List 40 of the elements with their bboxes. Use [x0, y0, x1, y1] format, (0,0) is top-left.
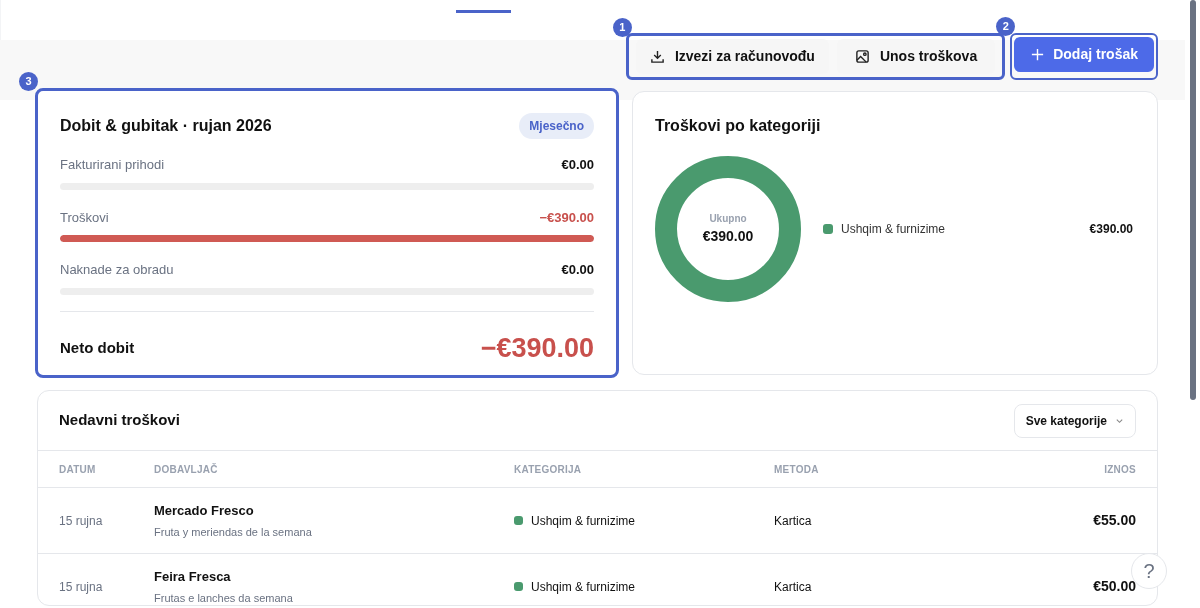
- line-label: Naknade za obradu: [60, 261, 174, 279]
- total-value: €390.00: [702, 227, 754, 246]
- column-header: DATUM: [59, 462, 97, 477]
- card-title: Dobit & gubitak · rujan 2026: [60, 116, 272, 136]
- category-filter-dropdown[interactable]: Sve kategorije: [1013, 403, 1136, 438]
- vendor-note: Frutas e lanches da semana: [154, 590, 294, 605]
- legend-amount: €390.00: [1089, 221, 1133, 238]
- plus-icon: [1030, 47, 1046, 62]
- category-cell-text: Ushqim & furnizime: [531, 512, 636, 530]
- line-label: Troškovi: [60, 208, 109, 227]
- scrollbar[interactable]: [1190, 0, 1196, 400]
- total-label: Ukupno: [709, 212, 747, 226]
- line-label: Fakturirani prihodi: [60, 156, 165, 174]
- line-amount: €0.00: [561, 261, 594, 279]
- download-icon: [649, 49, 665, 64]
- add-expense-button[interactable]: Dodaj trošak: [1014, 37, 1154, 72]
- method-cell-text: Kartica: [774, 578, 813, 596]
- net-profit-label: Neto dobit: [60, 337, 135, 358]
- column-header: IZNOS: [1103, 462, 1136, 477]
- line-amount: −€390.00: [539, 208, 594, 227]
- column-header: KATEGORIJA: [514, 462, 583, 477]
- amount-cell-text: €55.00: [1092, 511, 1136, 530]
- period-badge: Mjesečno: [519, 113, 594, 139]
- legend-label: Ushqim & furnizime: [841, 221, 947, 238]
- vendor-name: Mercado Fresco: [154, 502, 255, 520]
- vendor-note: Fruta y meriendas de la semana: [154, 524, 313, 540]
- card-title: Nedavni troškovi: [59, 410, 180, 431]
- vendor-name: Feira Fresca: [154, 568, 232, 586]
- column-header: METODA: [774, 462, 820, 477]
- card-title: Troškovi po kategoriji: [655, 116, 822, 136]
- column-header: DOBAVLJAČ: [154, 462, 219, 477]
- net-profit-amount: −€390.00: [480, 331, 594, 365]
- line-amount: €0.00: [561, 156, 594, 174]
- chevron-down-icon: [1115, 416, 1124, 425]
- date-cell-text: 15 rujna: [59, 578, 104, 596]
- date-cell-text: 15 rujna: [59, 512, 104, 530]
- tab-indicator: [456, 10, 511, 13]
- image-icon: [854, 49, 870, 64]
- category-cell-text: Ushqim & furnizime: [531, 578, 636, 596]
- method-cell-text: Kartica: [774, 512, 813, 530]
